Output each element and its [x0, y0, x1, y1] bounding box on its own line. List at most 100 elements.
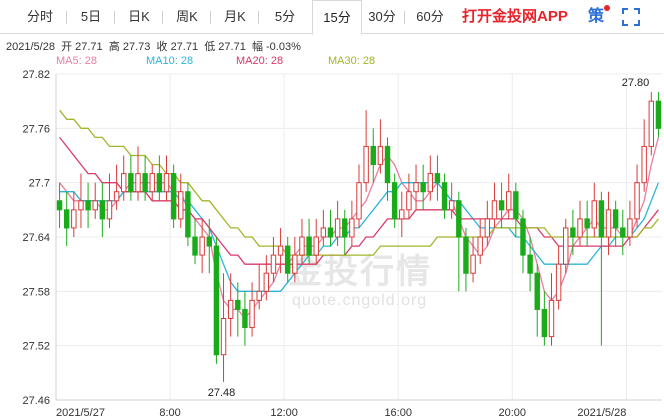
candle-down — [213, 245, 220, 356]
candle-up — [548, 299, 555, 338]
candle-down — [206, 236, 212, 247]
candle-up — [71, 209, 77, 229]
x-tick-label: 8:00 — [159, 407, 180, 419]
candle-down — [441, 182, 448, 211]
candle-up — [277, 245, 284, 256]
candle-up — [220, 318, 227, 356]
candle-up — [413, 182, 419, 193]
candle-down — [56, 200, 63, 211]
candle-down — [170, 173, 177, 220]
x-tick-label: 12:00 — [270, 407, 298, 419]
candle-down — [284, 245, 291, 274]
candle-up — [406, 191, 412, 211]
candle-up — [356, 182, 362, 220]
candle-up — [270, 254, 277, 274]
price-annotation: 27.48 — [208, 387, 236, 399]
candle-up — [78, 200, 84, 211]
candle-down — [63, 209, 70, 229]
y-tick-label: 27.76 — [22, 123, 50, 135]
price-annotation: 27.80 — [622, 77, 650, 89]
candle-down — [498, 200, 505, 211]
candle-up — [591, 200, 597, 229]
candle-down — [541, 308, 548, 338]
candle-down — [527, 254, 533, 274]
y-tick-label: 27.64 — [22, 232, 50, 244]
candle-up — [299, 236, 305, 256]
candle-up — [320, 227, 327, 238]
candle-up — [605, 209, 612, 238]
candle-down — [342, 218, 348, 238]
candle-up — [577, 218, 583, 238]
y-tick-label: 27.52 — [22, 341, 50, 353]
candle-up — [106, 200, 113, 220]
candle-up — [349, 218, 355, 238]
candle-down — [370, 145, 376, 166]
candle-up — [555, 263, 562, 301]
candle-up — [470, 254, 476, 274]
candle-up — [163, 173, 170, 193]
candle-up — [256, 290, 262, 301]
y-tick-label: 27.82 — [22, 69, 50, 81]
y-tick-label: 27.7 — [29, 178, 50, 190]
candle-down — [99, 200, 106, 220]
candle-up — [627, 218, 633, 238]
candle-up — [292, 254, 298, 274]
candle-up — [399, 209, 405, 220]
candle-up — [92, 200, 98, 211]
x-tick-label: 16:00 — [384, 407, 412, 419]
candle-up — [121, 173, 127, 193]
candlestick-chart[interactable]: 27.82 27.76 27.7 27.64 27.58 27.52 27.46 2021/5… — [0, 0, 664, 420]
x-tick-label: 2021/5/28 — [577, 407, 626, 419]
candle-up — [506, 191, 512, 211]
candle-down — [391, 182, 398, 220]
candle-down — [128, 173, 134, 193]
candle-up — [227, 299, 234, 319]
candle-down — [306, 236, 312, 256]
candle-up — [648, 100, 655, 147]
candle-down — [456, 200, 462, 238]
candle-up — [199, 236, 205, 256]
y-tick-label: 27.46 — [22, 395, 50, 407]
candle-up — [135, 173, 141, 193]
candle-up — [263, 272, 270, 292]
candle-down — [520, 218, 526, 256]
candle-down — [620, 227, 626, 238]
candle-down — [327, 227, 334, 238]
candle-up — [313, 236, 319, 256]
candle-up — [363, 145, 369, 184]
candle-down — [235, 299, 241, 310]
candle-down — [655, 100, 662, 129]
y-tick-label: 27.58 — [22, 286, 50, 298]
candle-up — [334, 218, 341, 238]
x-tick-label: 20:00 — [499, 407, 527, 419]
candle-down — [570, 227, 576, 238]
candle-down — [156, 173, 163, 193]
candle-up — [113, 191, 120, 202]
candle-down — [513, 191, 519, 220]
x-tick-label: 2021/5/27 — [56, 407, 105, 419]
candle-up — [563, 227, 569, 265]
candle-up — [149, 173, 155, 193]
candle-down — [584, 218, 590, 229]
candle-down — [242, 308, 248, 329]
candle-down — [434, 173, 441, 184]
candle-up — [249, 299, 255, 329]
candle-down — [85, 200, 91, 211]
candle-down — [534, 272, 540, 310]
candle-up — [178, 191, 184, 220]
candle-down — [192, 236, 198, 256]
candle-up — [484, 218, 491, 238]
candle-up — [634, 182, 640, 220]
candle-up — [377, 145, 384, 166]
candle-up — [491, 200, 498, 220]
candle-down — [612, 209, 619, 229]
candle-up — [427, 173, 434, 193]
candle-down — [142, 173, 148, 193]
candle-down — [384, 145, 391, 184]
candle-down — [185, 191, 191, 238]
candle-up — [477, 236, 483, 256]
candle-down — [420, 182, 426, 193]
candle-up — [641, 145, 647, 184]
candle-down — [598, 200, 605, 238]
candle-down — [463, 236, 469, 274]
